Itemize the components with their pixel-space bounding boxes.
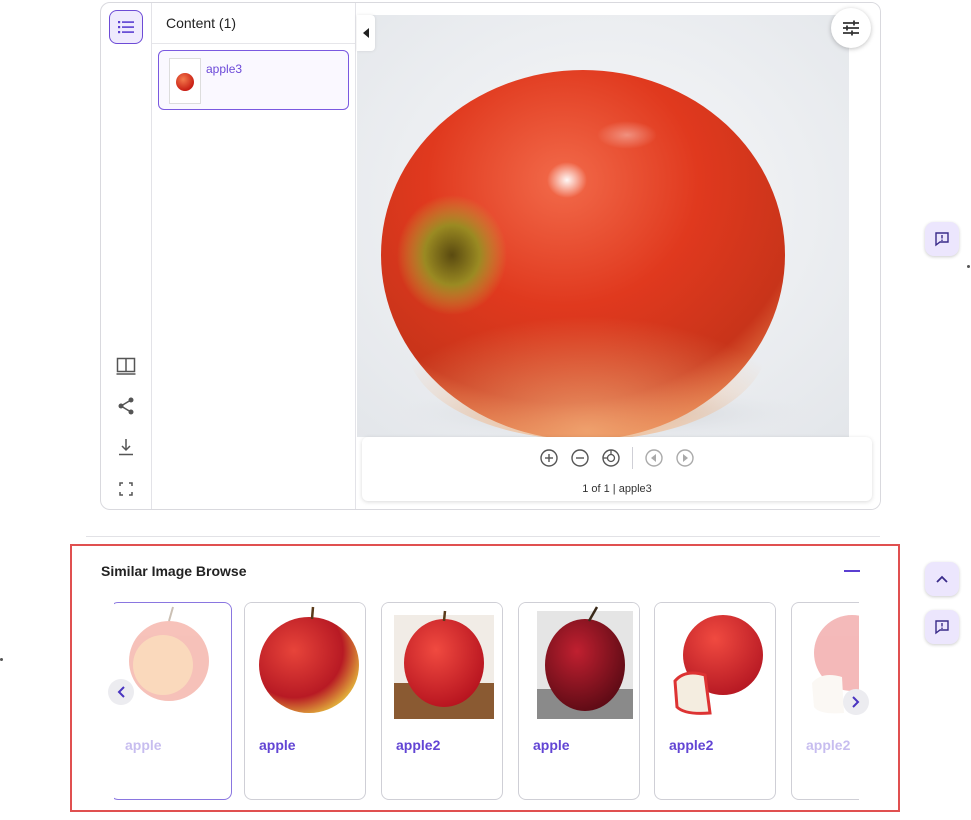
main-image[interactable]: [357, 15, 849, 437]
reset-zoom-button[interactable]: [600, 447, 622, 469]
content-list-panel: Content (1) apple3: [152, 3, 356, 509]
similar-image-thumbnail: [519, 603, 639, 721]
zoom-out-button[interactable]: [569, 447, 591, 469]
collapse-panel-button[interactable]: [357, 15, 375, 51]
similar-image-label: apple2: [669, 737, 714, 753]
edge-mark: [967, 265, 970, 268]
sliders-icon: [843, 20, 859, 36]
previous-page-button[interactable]: [643, 447, 665, 469]
divider: [152, 43, 355, 44]
share-icon: [118, 397, 134, 415]
zoom-out-icon: [571, 449, 589, 467]
apple-thumbnail-image: [176, 73, 194, 91]
content-item-label: apple3: [206, 62, 243, 76]
table-of-contents-button[interactable]: [109, 10, 143, 44]
image-toolbar: 1 of 1 | apple3: [362, 437, 872, 501]
similar-image-label: apple2: [806, 737, 851, 753]
reset-zoom-icon: [602, 449, 620, 467]
fullscreen-icon: [119, 482, 133, 496]
similar-image-label: apple2: [396, 737, 441, 753]
caret-left-icon: [363, 28, 369, 38]
chevron-up-icon: [936, 575, 948, 583]
similar-image-label: apple: [125, 737, 162, 753]
zoom-in-button[interactable]: [538, 447, 560, 469]
feedback-button[interactable]: [925, 222, 959, 256]
download-icon: [119, 439, 133, 456]
viewer-toolbar-rail: [101, 3, 152, 509]
content-panel-title: Content (1): [166, 15, 237, 31]
similar-image-thumbnail: [655, 603, 775, 721]
similar-image-card[interactable]: apple2: [381, 602, 503, 800]
next-page-button[interactable]: [674, 447, 696, 469]
similar-image-card[interactable]: apple: [518, 602, 640, 800]
list-icon: [118, 21, 134, 34]
apple-photo: [357, 15, 849, 437]
content-thumbnail: [169, 58, 201, 104]
feedback-icon: [935, 620, 949, 635]
fullscreen-button[interactable]: [112, 475, 140, 503]
similar-image-browse-panel: Similar Image Browse apple apple apple2 …: [70, 544, 900, 812]
feedback-button-secondary[interactable]: [925, 610, 959, 644]
similar-image-thumbnail: [245, 603, 365, 721]
similar-image-label: apple: [533, 737, 570, 753]
carousel-previous-button[interactable]: [108, 679, 134, 705]
book-icon: [116, 357, 136, 375]
prev-page-icon: [645, 449, 663, 467]
toolbar-separator: [632, 447, 633, 469]
document-viewer: Content (1) apple3 1 of 1 | apple3: [100, 2, 881, 510]
scroll-to-top-button[interactable]: [925, 562, 959, 596]
section-divider: [86, 536, 880, 537]
similar-image-card[interactable]: apple: [114, 602, 232, 800]
similar-image-thumbnail: [114, 603, 231, 721]
feedback-icon: [935, 232, 949, 247]
similar-image-card[interactable]: apple2: [654, 602, 776, 800]
image-stage: 1 of 1 | apple3: [356, 3, 880, 509]
page-indicator: 1 of 1 | apple3: [582, 483, 652, 495]
similar-image-thumbnail: [382, 603, 502, 721]
edge-mark: [0, 658, 3, 661]
next-page-icon: [676, 449, 694, 467]
panel-title: Similar Image Browse: [101, 563, 247, 579]
similar-image-card[interactable]: apple: [244, 602, 366, 800]
download-button[interactable]: [112, 433, 140, 461]
reading-view-button[interactable]: [112, 352, 140, 380]
collapse-panel-button[interactable]: [844, 570, 860, 572]
carousel-next-button[interactable]: [843, 689, 869, 715]
image-settings-button[interactable]: [831, 8, 871, 48]
share-button[interactable]: [112, 392, 140, 420]
chevron-left-icon: [117, 686, 125, 698]
similar-image-label: apple: [259, 737, 296, 753]
similar-images-carousel: apple apple apple2 apple apple2 apple2: [114, 602, 859, 806]
chevron-right-icon: [852, 696, 860, 708]
zoom-in-icon: [540, 449, 558, 467]
content-list-item[interactable]: apple3: [158, 50, 349, 110]
